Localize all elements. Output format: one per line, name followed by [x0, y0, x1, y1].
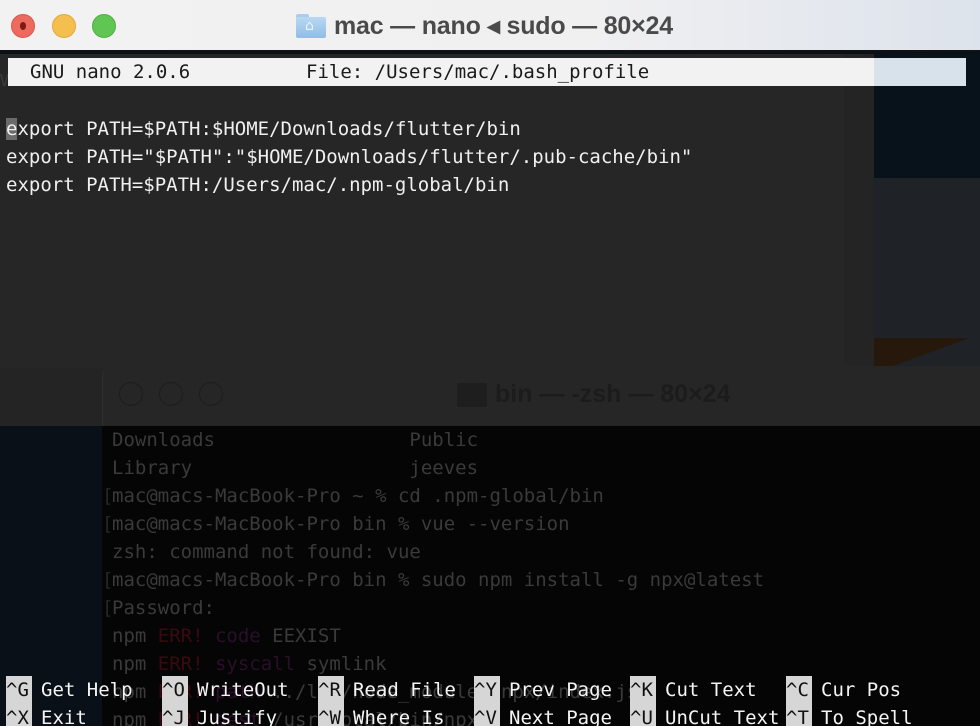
- shortcut-uncut-text[interactable]: ^U UnCut Text: [630, 704, 779, 726]
- background-terminal-line: Downloads Public: [112, 429, 479, 451]
- editor-line[interactable]: export PATH=$PATH:$HOME/Downloads/flutte…: [6, 115, 692, 143]
- nano-header-bar: GNU nano 2.0.6 File: /Users/mac/.bash_pr…: [8, 58, 966, 86]
- npm-error-tag: ERR!: [157, 653, 204, 675]
- editor-line[interactable]: export PATH=$PATH:/Users/mac/.npm-global…: [6, 171, 692, 199]
- shortcut-justify[interactable]: ^J Justify: [162, 704, 277, 726]
- npm-error-key: code: [203, 625, 261, 647]
- npm-prefix: npm: [112, 653, 158, 675]
- editor-line[interactable]: export PATH="$PATH":"$HOME/Downloads/flu…: [6, 143, 692, 171]
- background-terminal-line: mac@macs-MacBook-Pro ~ % cd .npm-global/…: [112, 485, 604, 507]
- folder-icon: [457, 382, 487, 407]
- background-terminal-line: mac@macs-MacBook-Pro bin % sudo npm inst…: [112, 569, 765, 591]
- maximize-button[interactable]: [92, 14, 116, 38]
- background-terminal-line: mac@macs-MacBook-Pro bin % vue --version: [112, 513, 570, 535]
- nano-editor[interactable]: export PATH=$PATH:$HOME/Downloads/flutte…: [6, 115, 692, 199]
- npm-prefix: npm: [112, 625, 158, 647]
- background-terminal-line: zsh: command not found: vue: [112, 541, 421, 563]
- background-minimize-button[interactable]: [159, 382, 183, 406]
- background-window-title: bin — -zsh — 80×24: [495, 380, 731, 408]
- shortcut-prev-page[interactable]: ^Y Prev Page: [474, 676, 612, 704]
- minimize-button[interactable]: [52, 14, 76, 38]
- shortcut-cur-pos[interactable]: ^C Cur Pos: [786, 676, 901, 704]
- npm-error-tag: ERR!: [157, 625, 204, 647]
- npm-error-key: syscall: [203, 653, 296, 675]
- background-terminal-line: Library jeeves: [112, 457, 479, 479]
- window-titlebar[interactable]: mac — nano ◂ sudo — 80×24: [0, 0, 980, 52]
- close-button[interactable]: [11, 14, 35, 38]
- shortcut-cut-text[interactable]: ^K Cut Text: [630, 676, 757, 704]
- text-cursor: e: [6, 118, 18, 140]
- home-folder-icon: [296, 14, 326, 38]
- shortcut-get-help[interactable]: ^G Get Help: [6, 676, 133, 704]
- shortcut-read-file[interactable]: ^R Read File: [318, 676, 456, 704]
- shortcut-to-spell[interactable]: ^T To Spell: [786, 704, 913, 726]
- npm-error-value: EEXIST: [260, 625, 341, 647]
- shortcut-writeout[interactable]: ^O WriteOut: [162, 676, 289, 704]
- npm-error-value: symlink: [295, 653, 387, 675]
- shortcut-where-is[interactable]: ^W Where Is: [318, 704, 445, 726]
- nano-window-body: [0, 54, 874, 368]
- background-terminal-line: npm ERR! code EEXIST: [112, 622, 341, 650]
- nano-filename: File: /Users/mac/.bash_profile: [306, 61, 650, 83]
- background-terminal-line: Password:: [112, 597, 215, 619]
- window-title: mac — nano ◂ sudo — 80×24: [334, 12, 673, 40]
- nano-version: GNU nano 2.0.6: [30, 61, 191, 83]
- shortcut-next-page[interactable]: ^V Next Page: [474, 704, 612, 726]
- background-maximize-button[interactable]: [199, 382, 223, 406]
- background-close-button[interactable]: [119, 382, 143, 406]
- shortcut-exit[interactable]: ^X Exit: [6, 704, 87, 726]
- background-terminal-titlebar[interactable]: bin — -zsh — 80×24: [102, 366, 980, 426]
- nano-window-edge: [844, 54, 874, 368]
- desktop-background-accent: [874, 338, 980, 368]
- nano-shortcut-bar: ^G Get Help ^O WriteOut ^R Read File ^Y Prev…: [0, 674, 980, 726]
- editor-line-text: xport PATH=$PATH:$HOME/Downloads/flutter…: [17, 118, 521, 140]
